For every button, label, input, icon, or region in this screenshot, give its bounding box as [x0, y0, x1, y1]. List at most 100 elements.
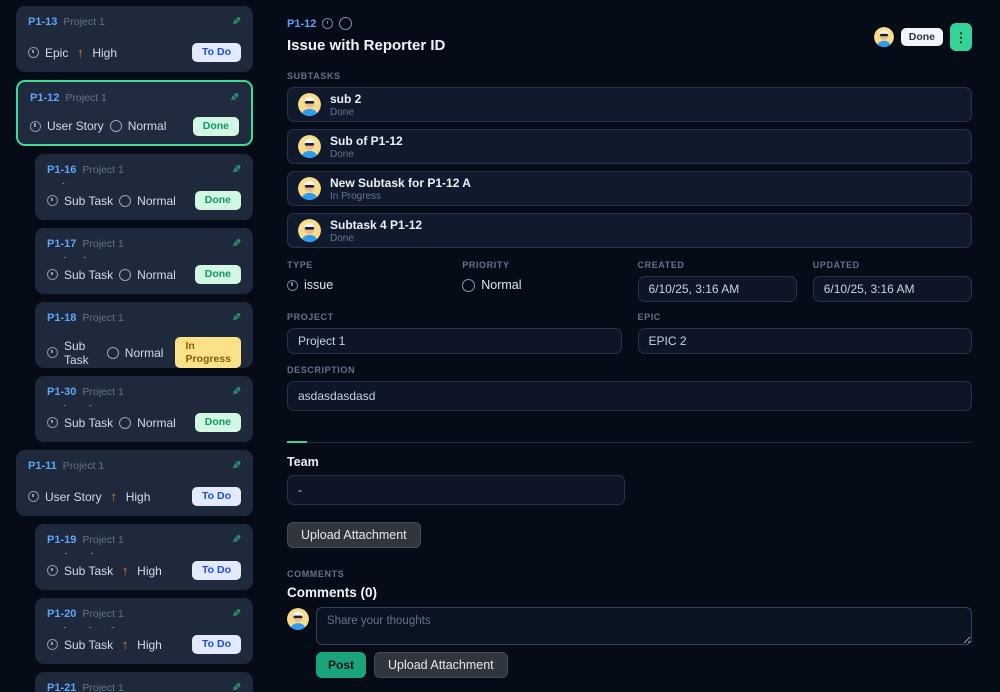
- issue-type-label: Sub Task: [64, 563, 114, 578]
- issue-title: SUbtask P1-11: [47, 552, 241, 554]
- status-badge: Done: [900, 28, 943, 46]
- issue-card[interactable]: P1-18 Project 1 ✎ New Subtask for P1-12 …: [35, 302, 253, 369]
- priority-value: Normal: [481, 278, 522, 292]
- subtask-row[interactable]: New Subtask for P1-12 A In Progress: [287, 171, 972, 206]
- priority-icon: ↑: [77, 45, 84, 61]
- issue-type-icon: [28, 491, 39, 503]
- priority-label: High: [137, 637, 162, 652]
- project-name: Project 1: [63, 16, 105, 28]
- priority-label: High: [125, 489, 151, 504]
- tab[interactable]: [287, 428, 307, 443]
- subtask-title: sub 2: [330, 91, 362, 106]
- detail-tabs: [287, 428, 972, 443]
- issue-type-label: Sub Task: [64, 267, 114, 282]
- project-name: Project 1: [62, 460, 105, 472]
- edit-pencil-icon[interactable]: ✎: [232, 312, 241, 324]
- issue-card[interactable]: P1-11 Project 1 ✎ aaa User Story ↑ High …: [16, 450, 253, 516]
- project-name: Project 1: [82, 534, 124, 546]
- issue-type-icon: [47, 195, 58, 207]
- team-field-label: Team: [287, 455, 319, 469]
- team-field[interactable]: -: [287, 475, 625, 505]
- description-field-label: DESCRIPTION: [287, 365, 356, 375]
- edit-pencil-icon[interactable]: ✎: [232, 238, 241, 250]
- issue-type-label: Epic: [45, 45, 69, 60]
- edit-pencil-icon[interactable]: ✎: [232, 534, 241, 546]
- tab[interactable]: [321, 428, 341, 443]
- priority-label: Normal: [137, 267, 176, 282]
- issue-title: EPIC 2: [28, 34, 241, 36]
- status-badge: To Do: [192, 487, 241, 506]
- subtask-title: New Subtask for P1-12 A: [330, 175, 471, 190]
- priority-icon: [119, 416, 132, 429]
- project-name: Project 1: [65, 92, 107, 104]
- upload-attachment-button[interactable]: Upload Attachment: [374, 652, 508, 678]
- issue-card[interactable]: P1-12 Project 1 ✎ Issue with Reporter ID…: [16, 80, 253, 146]
- subtask-row[interactable]: Sub of P1-12 Done: [287, 129, 972, 164]
- edit-pencil-icon[interactable]: ✎: [230, 92, 239, 104]
- assignee-avatar: [298, 219, 321, 242]
- issue-title: Issue with Reporter ID: [287, 37, 446, 54]
- comments-section-label: COMMENTS: [287, 569, 345, 579]
- subtask-status: Done: [330, 148, 354, 160]
- edit-pencil-icon[interactable]: ✎: [232, 164, 241, 176]
- issue-type-icon: [47, 347, 58, 359]
- subtask-row[interactable]: Subtask 4 P1-12 Done: [287, 213, 972, 248]
- priority-label: Normal: [137, 415, 176, 430]
- status-badge: Done: [194, 191, 241, 210]
- issue-key: P1-17: [47, 238, 77, 250]
- issue-title: Subtask 2 for P1-11: [47, 626, 241, 628]
- issue-key: P1-16: [47, 164, 77, 176]
- subtask-title: Sub of P1-12: [330, 133, 403, 148]
- issue-card[interactable]: P1-16 Project 1 ✎ sub 2 Sub Task Normal …: [35, 154, 253, 220]
- current-user-avatar: [287, 608, 309, 630]
- priority-label: High: [92, 45, 118, 60]
- comment-input[interactable]: [316, 607, 972, 645]
- upload-attachment-button[interactable]: Upload Attachment: [287, 522, 421, 548]
- issue-key: P1-18: [47, 312, 77, 324]
- issue-title: sub 2: [47, 182, 241, 184]
- issue-type-icon: [28, 47, 39, 59]
- edit-pencil-icon[interactable]: ✎: [232, 460, 241, 472]
- project-field[interactable]: Project 1: [287, 328, 622, 354]
- subtasks-section-label: SUBTASKS: [287, 71, 341, 81]
- comments-heading: Comments (0): [287, 585, 378, 600]
- status-badge: In Progress: [175, 337, 241, 369]
- edit-pencil-icon[interactable]: ✎: [232, 386, 241, 398]
- created-field[interactable]: 6/10/25, 3:16 AM: [637, 276, 797, 302]
- issue-key: P1-13: [28, 16, 58, 28]
- edit-pencil-icon[interactable]: ✎: [232, 682, 241, 692]
- epic-field[interactable]: EPIC 2: [637, 328, 972, 354]
- status-badge: Done: [194, 265, 241, 284]
- type-value: issue: [304, 278, 334, 292]
- subtask-row[interactable]: sub 2 Done: [287, 87, 972, 122]
- issue-title: Subtask 4 P1-12: [47, 404, 241, 406]
- description-field[interactable]: asdasdasdasd: [287, 381, 972, 411]
- updated-field[interactable]: 6/10/25, 3:16 AM: [812, 276, 972, 302]
- type-field-label: TYPE: [287, 260, 313, 270]
- issue-card[interactable]: P1-19 Project 1 ✎ SUbtask P1-11 Sub Task…: [35, 524, 253, 590]
- issue-detail-panel: P1-12 Issue with Reporter ID Done ⋮ SUBT…: [270, 0, 1000, 692]
- issue-card[interactable]: P1-17 Project 1 ✎ Sub of P1-12 Sub Task …: [35, 228, 253, 294]
- issue-card[interactable]: P1-21 Project 1 ✎: [35, 672, 253, 692]
- edit-pencil-icon[interactable]: ✎: [232, 16, 241, 28]
- more-menu-button[interactable]: ⋮: [950, 23, 972, 51]
- project-name: Project 1: [82, 164, 124, 176]
- assignee-avatar[interactable]: [873, 27, 894, 47]
- issue-card[interactable]: P1-30 Project 1 ✎ Subtask 4 P1-12 Sub Ta…: [35, 376, 253, 442]
- edit-pencil-icon[interactable]: ✎: [232, 608, 241, 620]
- issue-title: aaa: [28, 478, 241, 480]
- issue-type-icon: [287, 279, 298, 291]
- issue-card[interactable]: P1-13 Project 1 ✎ EPIC 2 Epic ↑ High To …: [16, 6, 253, 72]
- priority-icon: [106, 346, 119, 359]
- issue-type-label: Sub Task: [64, 637, 114, 652]
- issue-card[interactable]: P1-20 Project 1 ✎ Subtask 2 for P1-11 Su…: [35, 598, 253, 664]
- created-field-label: CREATED: [637, 260, 685, 270]
- status-badge: To Do: [192, 561, 241, 580]
- assignee-avatar: [298, 135, 321, 158]
- subtask-title: Subtask 4 P1-12: [330, 217, 423, 232]
- post-comment-button[interactable]: Post: [316, 652, 367, 678]
- priority-icon: ↑: [121, 637, 129, 653]
- epic-field-label: EPIC: [637, 312, 661, 322]
- project-field-label: PROJECT: [287, 312, 334, 322]
- issue-key: P1-30: [47, 386, 77, 398]
